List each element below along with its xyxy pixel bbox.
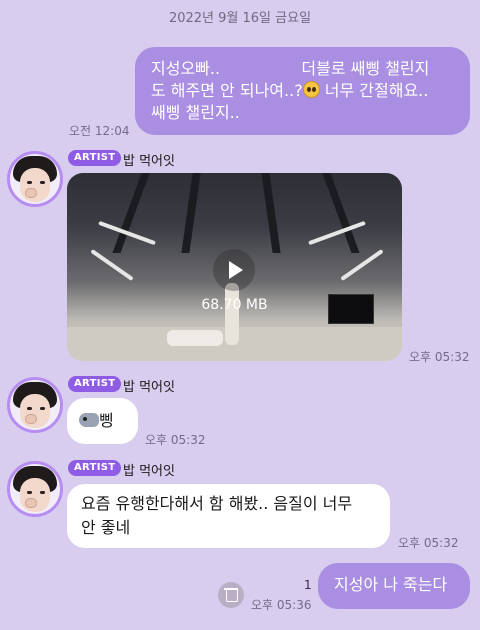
message-time: 오후 05:36 — [251, 598, 312, 612]
artist-avatar[interactable] — [7, 377, 63, 433]
pigeon-emoji-icon — [79, 413, 99, 427]
message-time: 오후 05:32 — [409, 350, 470, 364]
my-message-bubble[interactable]: 지성오빠.. 더블로 쌔삥 챌린지 도 해주면 안 되나여..? 너무 간절해요… — [135, 47, 470, 135]
my-message-bubble[interactable]: 지성아 나 죽는다 — [318, 563, 470, 609]
artist-avatar[interactable] — [7, 151, 63, 207]
sender-name: 밥 먹어잇 — [123, 154, 175, 169]
message-text: 삥 — [99, 411, 114, 430]
play-icon[interactable] — [213, 249, 255, 291]
message-text: 너무 간절해요.. — [319, 81, 429, 100]
message-text: 도 해주면 안 되나여..? — [151, 81, 303, 100]
message-line: 지성오빠.. 더블로 쌔삥 챌린지 — [151, 59, 430, 78]
pleading-face-emoji-icon — [302, 81, 320, 98]
video-message[interactable]: 68.70 MB — [67, 173, 402, 361]
video-file-size: 68.70 MB — [201, 297, 268, 313]
artist-badge: ARTIST — [68, 376, 122, 392]
message-line: 도 해주면 안 되나여..? 너무 간절해요.. — [151, 80, 456, 102]
trash-icon[interactable] — [218, 582, 244, 608]
sender-name: 밥 먹어잇 — [123, 464, 175, 479]
artist-message-bubble[interactable]: 삥 — [67, 398, 138, 444]
unread-count: 1 — [304, 578, 312, 592]
message-line: 쌔삥 챌린지.. — [151, 103, 240, 122]
sender-name: 밥 먹어잇 — [123, 380, 175, 395]
artist-badge: ARTIST — [68, 460, 122, 476]
date-divider: 2022년 9월 16일 금요일 — [168, 11, 312, 26]
artist-message-bubble[interactable]: 요즘 유행한다해서 함 해봤.. 음질이 너무 안 좋네 — [67, 484, 390, 548]
artist-avatar[interactable] — [7, 461, 63, 517]
artist-badge: ARTIST — [68, 150, 122, 166]
message-line: 요즘 유행한다해서 함 해봤.. 음질이 너무 — [81, 494, 353, 513]
message-text: 지성아 나 죽는다 — [334, 575, 448, 594]
message-time: 오후 05:32 — [145, 433, 206, 447]
message-line: 안 좋네 — [81, 518, 131, 537]
message-time: 오전 12:04 — [69, 124, 130, 138]
message-time: 오후 05:32 — [398, 536, 459, 550]
